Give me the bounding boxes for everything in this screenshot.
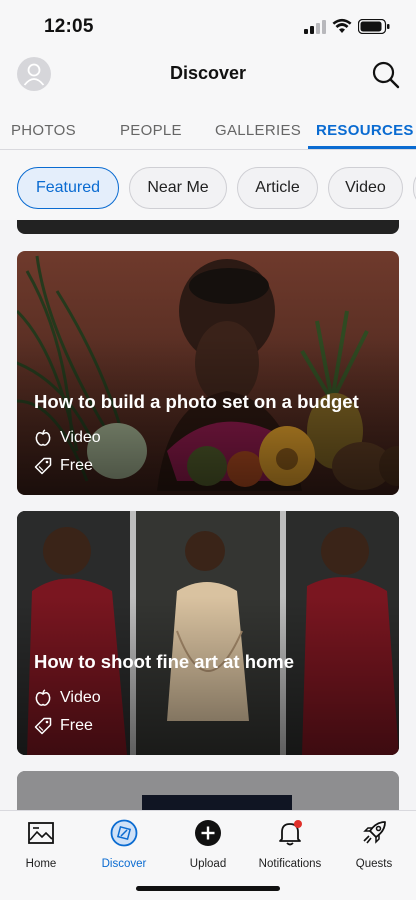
card-type: Video bbox=[34, 429, 101, 447]
card-type-label: Video bbox=[60, 429, 101, 446]
resource-feed[interactable]: How to build a photo set on a budget Vid… bbox=[0, 220, 416, 810]
price-tag-icon bbox=[34, 457, 52, 475]
bell-icon bbox=[279, 820, 302, 846]
filter-chips: Featured Near Me Article Video bbox=[0, 150, 416, 220]
tab-bar-upload[interactable]: Upload bbox=[168, 819, 248, 870]
tab-resources[interactable]: RESOURCES bbox=[316, 122, 414, 139]
filter-article[interactable]: Article bbox=[237, 167, 318, 209]
active-tab-indicator bbox=[308, 146, 416, 149]
resource-card-partial[interactable] bbox=[17, 220, 399, 234]
wifi-icon bbox=[332, 18, 352, 33]
tab-bar-home-label: Home bbox=[25, 858, 57, 870]
resource-card[interactable]: How to shoot fine art at home Video Free bbox=[17, 511, 399, 755]
filter-near-me[interactable]: Near Me bbox=[129, 167, 227, 209]
cellular-signal-icon bbox=[304, 20, 326, 34]
filter-video[interactable]: Video bbox=[328, 167, 403, 209]
card-type-label: Video bbox=[60, 689, 101, 706]
tab-people[interactable]: PEOPLE bbox=[120, 122, 182, 139]
card-price-label: Free bbox=[60, 457, 93, 474]
card-photo-partial bbox=[17, 771, 399, 810]
tab-bar-home[interactable]: Home bbox=[1, 819, 81, 870]
battery-icon bbox=[358, 19, 390, 34]
tab-photos[interactable]: PHOTOS bbox=[11, 122, 76, 139]
tab-bar-quests-label: Quests bbox=[355, 858, 393, 870]
filter-featured[interactable]: Featured bbox=[17, 167, 119, 209]
tab-bar-discover-label: Discover bbox=[101, 858, 147, 870]
discover-compass-icon bbox=[110, 819, 138, 847]
card-price-label: Free bbox=[60, 717, 93, 734]
notification-dot bbox=[294, 820, 302, 828]
apple-icon bbox=[35, 429, 51, 446]
section-tabs: PHOTOS PEOPLE GALLERIES RESOURCES bbox=[0, 98, 416, 150]
home-indicator bbox=[136, 886, 280, 891]
resource-card[interactable]: How to build a photo set on a budget Vid… bbox=[17, 251, 399, 495]
rocket-icon bbox=[363, 821, 386, 844]
card-title: How to build a photo set on a budget bbox=[34, 391, 359, 412]
status-time: 12:05 bbox=[44, 16, 94, 37]
tab-bar-upload-label: Upload bbox=[189, 858, 227, 870]
home-image-icon bbox=[28, 822, 54, 844]
tab-galleries[interactable]: GALLERIES bbox=[215, 122, 301, 139]
card-title: How to shoot fine art at home bbox=[34, 651, 295, 672]
status-bar: 12:05 bbox=[0, 0, 416, 52]
resource-card-partial[interactable] bbox=[17, 771, 399, 810]
card-type: Video bbox=[34, 689, 101, 707]
page-title: Discover bbox=[169, 63, 247, 83]
card-price: Free bbox=[34, 457, 93, 475]
tab-bar-notifications-label: Notifications bbox=[258, 858, 322, 870]
price-tag-icon bbox=[34, 717, 52, 735]
tab-bar-notifications[interactable]: Notifications bbox=[250, 819, 330, 870]
tab-bar-discover[interactable]: Discover bbox=[84, 819, 164, 870]
tab-bar-quests[interactable]: Quests bbox=[334, 819, 414, 870]
nav-header: Discover bbox=[0, 52, 416, 98]
card-price: Free bbox=[34, 717, 93, 735]
apple-icon bbox=[35, 689, 51, 706]
upload-plus-icon bbox=[195, 820, 221, 846]
search-icon[interactable] bbox=[370, 59, 402, 91]
